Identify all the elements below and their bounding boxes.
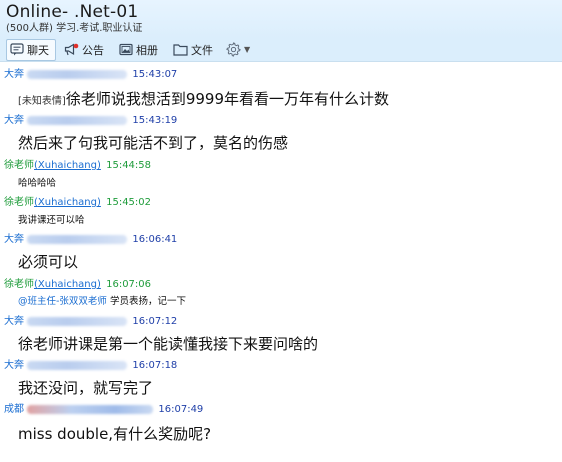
sender-name[interactable]: 大奔 [4, 115, 24, 126]
message-time: 16:07:49 [158, 404, 204, 415]
message-time: 15:43:07 [132, 69, 178, 80]
files-tab-label: 文件 [191, 43, 213, 57]
chat-icon [10, 43, 24, 56]
sender-id-blurred [27, 69, 128, 79]
message-text-content: 徐老师说我想活到9999年看看一万年有什么计数 [65, 90, 389, 108]
album-tab[interactable]: 相册 [115, 39, 165, 61]
message-text: 我讲课还可以哈 [18, 215, 85, 226]
megaphone-icon [64, 43, 79, 56]
chevron-down-icon: ▼ [244, 45, 251, 54]
sender-id-blurred [27, 360, 128, 370]
message-text: [未知表情]徐老师说我想活到9999年看看一万年有什么计数 [18, 90, 389, 111]
message-header: 大奔 16:07:18 [4, 360, 177, 372]
album-tab-label: 相册 [136, 43, 158, 57]
sender-id-blurred [27, 316, 128, 326]
notice-tab-label: 公告 [82, 43, 104, 57]
mention-link[interactable]: @班主任-张双双老师 [18, 296, 107, 307]
message-text: @班主任-张双双老师 学员表扬，记一下 [18, 296, 186, 308]
message-time: 16:07:06 [106, 279, 152, 290]
group-chat-window: Online- .Net-01 (500人群) 学习.考试.职业认证 聊天 公告 [0, 0, 562, 462]
sender-name[interactable]: 徐老师 [4, 197, 34, 208]
sender-id-link[interactable]: Xuhaichang [38, 197, 97, 208]
folder-icon [173, 44, 188, 56]
message-text: 我还没问，就写完了 [18, 379, 154, 397]
notice-tab[interactable]: 公告 [60, 39, 111, 61]
toolbar: 聊天 公告 相册 文件 ▼ [0, 38, 562, 62]
message-text: 哈哈哈哈 [18, 178, 57, 189]
message-header: 徐老师(Xuhaichang) 15:44:58 [4, 160, 152, 171]
message-text-content: 学员表扬，记一下 [106, 296, 186, 307]
message-time: 15:45:02 [106, 197, 152, 208]
sender-id-blurred [27, 115, 128, 125]
unknown-emoji-tag: [未知表情] [18, 96, 66, 107]
sender-id-blurred [27, 404, 154, 414]
files-tab[interactable]: 文件 [169, 39, 220, 61]
chat-tab-label: 聊天 [27, 43, 49, 57]
chat-tab[interactable]: 聊天 [6, 38, 56, 61]
message-header: 徐老师(Xuhaichang) 16:07:06 [4, 279, 152, 290]
sender-id-blurred [27, 234, 128, 244]
sender-name[interactable]: 成都 [4, 404, 24, 415]
message-time: 16:07:18 [132, 360, 178, 371]
group-title: Online- .Net-01 [6, 2, 139, 22]
message-header: 大奔 15:43:19 [4, 115, 177, 127]
message-text: 徐老师讲课是第一个能读懂我接下来要问啥的 [18, 335, 319, 353]
photo-album-icon [119, 43, 133, 56]
message-time: 15:44:58 [106, 160, 152, 171]
message-header: 大奔 16:06:41 [4, 234, 177, 246]
message-header: 大奔 15:43:07 [4, 69, 177, 81]
message-text: 然后来了句我可能活不到了，莫名的伤感 [18, 134, 289, 152]
message-text: 必须可以 [18, 253, 79, 271]
sender-name[interactable]: 大奔 [4, 234, 24, 245]
sender-name[interactable]: 大奔 [4, 360, 24, 371]
sender-id-link[interactable]: Xuhaichang [38, 279, 97, 290]
message-header: 徐老师(Xuhaichang) 15:45:02 [4, 197, 152, 208]
message-list[interactable]: 大奔 15:43:07 [未知表情]徐老师说我想活到9999年看看一万年有什么计… [0, 63, 562, 462]
group-subtitle: (500人群) 学习.考试.职业认证 [6, 23, 143, 34]
window-header: Online- .Net-01 (500人群) 学习.考试.职业认证 [0, 0, 562, 38]
gear-icon [226, 42, 241, 57]
message-time: 16:07:12 [132, 316, 178, 327]
message-header: 大奔 16:07:12 [4, 316, 177, 328]
sender-name[interactable]: 徐老师 [4, 160, 34, 171]
sender-id-link[interactable]: Xuhaichang [38, 160, 97, 171]
message-time: 16:06:41 [132, 234, 178, 245]
sender-name[interactable]: 徐老师 [4, 279, 34, 290]
sender-name[interactable]: 大奔 [4, 316, 24, 327]
message-header: 成都 16:07:49 [4, 404, 203, 416]
message-time: 15:43:19 [132, 115, 178, 126]
settings-menu-button[interactable]: ▼ [226, 42, 250, 57]
sender-name[interactable]: 大奔 [4, 69, 24, 80]
message-text: miss double,有什么奖励呢? [18, 425, 212, 443]
